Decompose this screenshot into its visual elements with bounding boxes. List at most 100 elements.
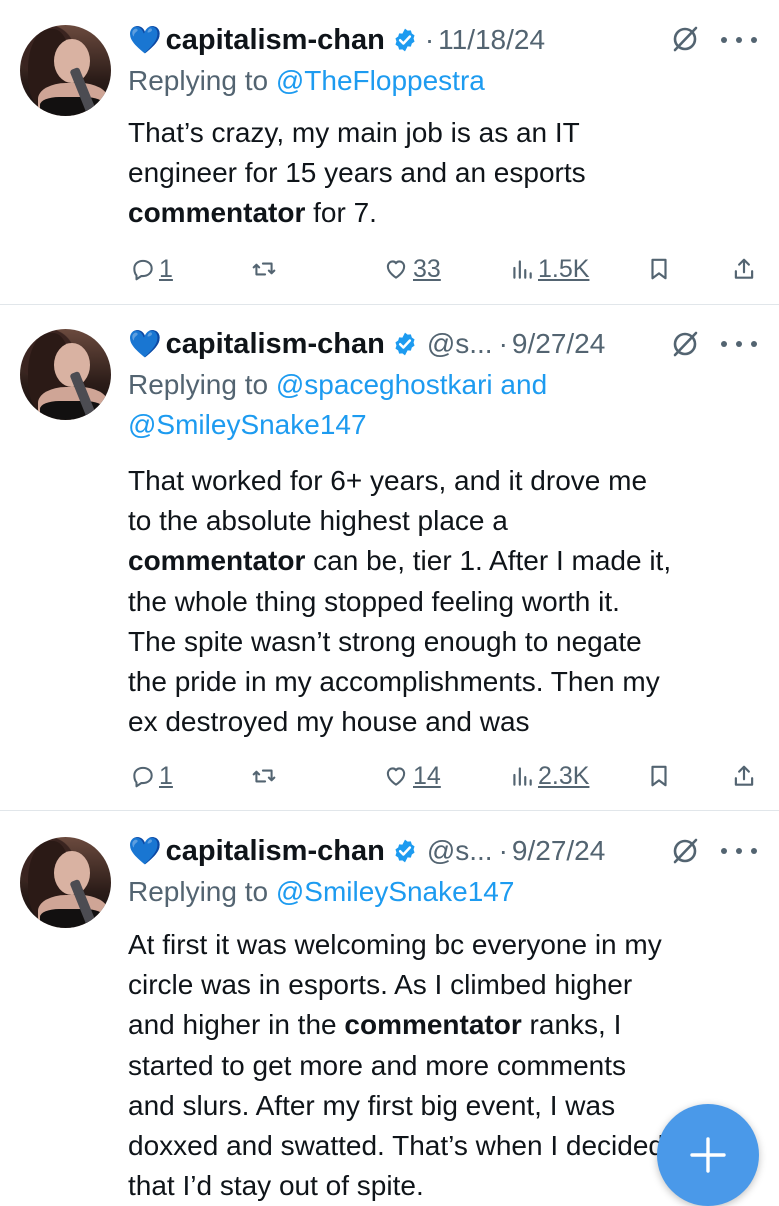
author-name[interactable]: capitalism-chan [166,835,385,868]
tweet-text-line: ex destroyed my house and was [128,706,530,738]
replying-to: Replying to @TheFloppestra [128,61,768,101]
tweet-text-line: That’s crazy, my main job is as an IT [128,117,580,148]
like-icon [386,767,406,786]
tweet-text-fragment: and higher in the [128,1009,345,1041]
verified-badge-icon [391,26,419,54]
replying-to: Replying to @SmileySnake147 [128,872,768,912]
tweet-text-fragment: ranks, I [521,1009,622,1041]
tweet-text-fragment: can be, tier 1. After I made it, [305,545,672,577]
author-name[interactable]: capitalism-chan [166,24,385,57]
compose-button[interactable] [657,1104,759,1206]
replying-to-label: Replying to [128,369,276,400]
views-icon [513,767,532,786]
tweet-header: 💙 capitalism-chan @s... · 9/27/24 [128,324,605,364]
bookmark-icon [651,765,667,787]
more-icon[interactable] [721,328,757,360]
share-button[interactable] [731,252,757,286]
bookmark-button[interactable] [646,759,672,793]
mention-link[interactable]: @SmileySnake147 [128,409,367,440]
tweet-text-line: commentator can be, tier 1. After I made… [128,541,758,581]
blue-heart-emoji: 💙 [128,328,162,359]
share-icon [734,258,754,279]
like-button[interactable]: 33 [382,252,441,286]
reply-button[interactable]: 1 [130,252,173,286]
bookmark-button[interactable] [646,252,672,286]
view-count: 1.5K [538,254,590,283]
tweet-text-line: engineer for 15 years and an esports [128,157,586,189]
tweet-text-line: and higher in the commentator ranks, I [128,1005,758,1045]
more-icon[interactable] [721,24,757,56]
verified-badge-icon [391,330,419,358]
tweet[interactable]: 💙 capitalism-chan @s... · 9/27/24 Replyi… [0,305,779,811]
avatar[interactable] [20,329,111,420]
highlight-keyword: commentator [128,545,306,577]
repost-button[interactable] [250,759,278,793]
reply-count: 1 [159,254,173,283]
separator-dot: · [498,835,508,866]
highlight-keyword: commentator [344,1009,522,1041]
tweet-date[interactable]: 11/18/24 [438,24,545,56]
avatar[interactable] [20,25,111,116]
tweet-header: 💙 capitalism-chan @s... · 9/27/24 [128,831,605,871]
like-icon [386,260,406,279]
replying-to-label: Replying to [128,65,276,96]
verified-badge-icon [391,837,419,865]
replying-to: Replying to @spaceghostkari and @SmileyS… [128,365,768,445]
tweet-text-line: circle was in esports. As I climbed high… [128,969,633,1001]
avatar[interactable] [20,837,111,928]
reply-icon [133,766,153,788]
replying-to-label: Replying to [128,876,276,907]
tweet-text-line: started to get more and more comments [128,1049,626,1081]
mention-and: and [492,369,548,400]
author-handle[interactable]: @s... [427,835,493,867]
bookmark-icon [651,258,667,280]
blue-heart-emoji: 💙 [128,835,162,866]
tweet-text-line: to the absolute highest place a [128,505,508,537]
views-button[interactable]: 1.5K [509,252,589,286]
repost-button[interactable] [250,252,278,286]
grok-icon[interactable] [669,328,701,360]
views-button[interactable]: 2.3K [509,759,589,793]
share-icon [734,765,754,786]
separator-dot: · [498,328,508,359]
tweet-text-fragment: for 7. [305,197,377,229]
tweet-text-line: That worked for 6+ years, and it drove m… [128,465,648,496]
tweet-header: 💙 capitalism-chan · 11/18/24 [128,20,545,60]
more-icon[interactable] [721,835,757,867]
like-button[interactable]: 14 [382,759,441,793]
mention-link[interactable]: @spaceghostkari [276,369,493,400]
compose-plus-icon [690,1137,726,1173]
tweet-text: That worked for 6+ years, and it drove m… [128,461,758,742]
like-count: 14 [413,761,441,790]
tweet-text-line: and slurs. After my first big event, I w… [128,1089,616,1121]
tweet-date[interactable]: 9/27/24 [512,328,605,360]
action-bar: 1 14 2.3K [128,759,760,793]
views-icon [513,260,532,279]
repost-icon [252,262,276,276]
author-handle[interactable]: @s... [427,328,493,360]
blue-heart-emoji: 💙 [128,24,162,55]
mention-link[interactable]: @SmileySnake147 [276,876,515,907]
grok-icon[interactable] [669,835,701,867]
action-bar: 1 33 1.5K [128,252,760,286]
share-button[interactable] [731,759,757,793]
like-count: 33 [413,254,441,283]
tweet-text: That’s crazy, my main job is as an IT en… [128,113,758,234]
author-name[interactable]: capitalism-chan [166,328,385,361]
view-count: 2.3K [538,761,590,790]
grok-icon[interactable] [669,23,701,55]
tweet-text-line: At first it was welcoming bc everyone in… [128,929,662,960]
separator-dot: · [424,24,435,55]
tweet-date[interactable]: 9/27/24 [512,835,605,867]
mention-link[interactable]: @TheFloppestra [276,65,485,96]
tweet-text-line: commentator for 7. [128,193,758,233]
tweet-text-line: the pride in my accomplishments. Then my [128,666,660,698]
tweet-text-line: the whole thing stopped feeling worth it… [128,585,620,617]
highlight-keyword: commentator [128,197,306,229]
tweet[interactable]: 💙 capitalism-chan · 11/18/24 Replying to… [0,0,779,305]
reply-button[interactable]: 1 [130,759,173,793]
repost-icon [252,769,276,783]
reply-icon [133,259,153,281]
tweet-text-line: The spite wasn’t strong enough to negate [128,625,642,657]
reply-count: 1 [159,761,173,790]
